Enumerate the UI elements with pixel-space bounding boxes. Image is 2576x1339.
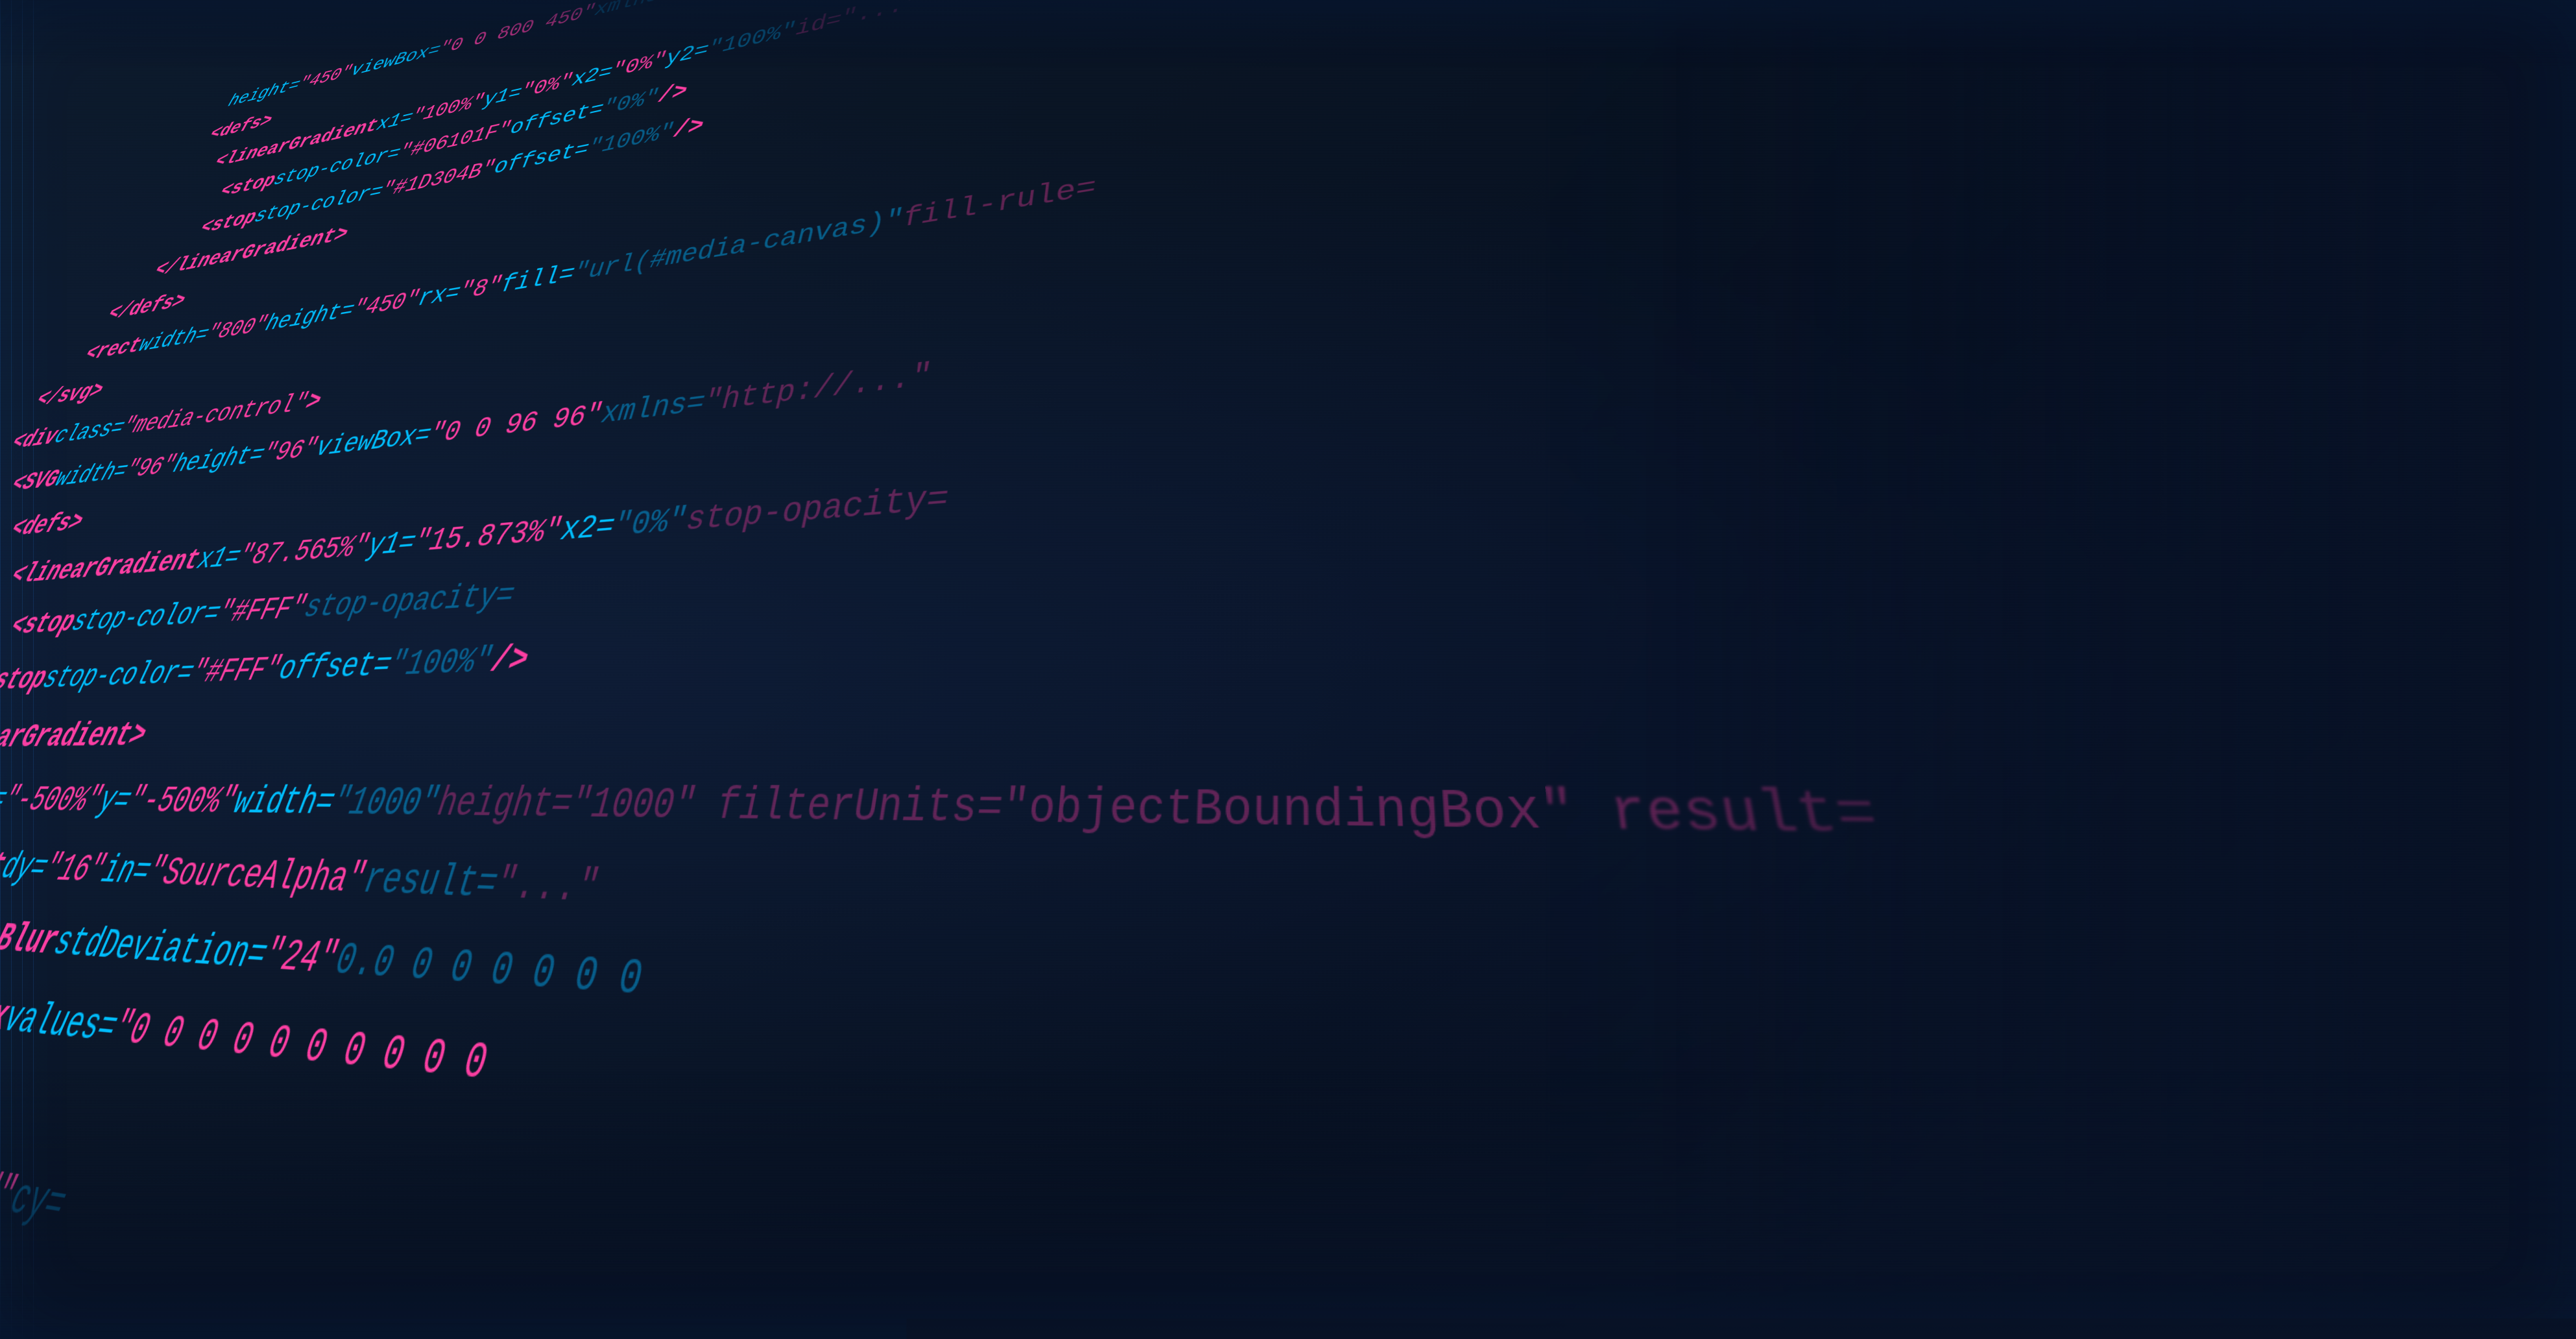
code-text: "SourceAlpha" bbox=[132, 837, 378, 920]
code-screen: height="450" viewBox="0 0 800 450" xmlns… bbox=[0, 0, 2576, 1339]
code-block: height="450" viewBox="0 0 800 450" xmlns… bbox=[0, 0, 2576, 1206]
code-text: <defs> bbox=[0, 498, 94, 553]
code-text: result= bbox=[350, 841, 508, 927]
code-text: </linearGradient> bbox=[0, 705, 158, 770]
